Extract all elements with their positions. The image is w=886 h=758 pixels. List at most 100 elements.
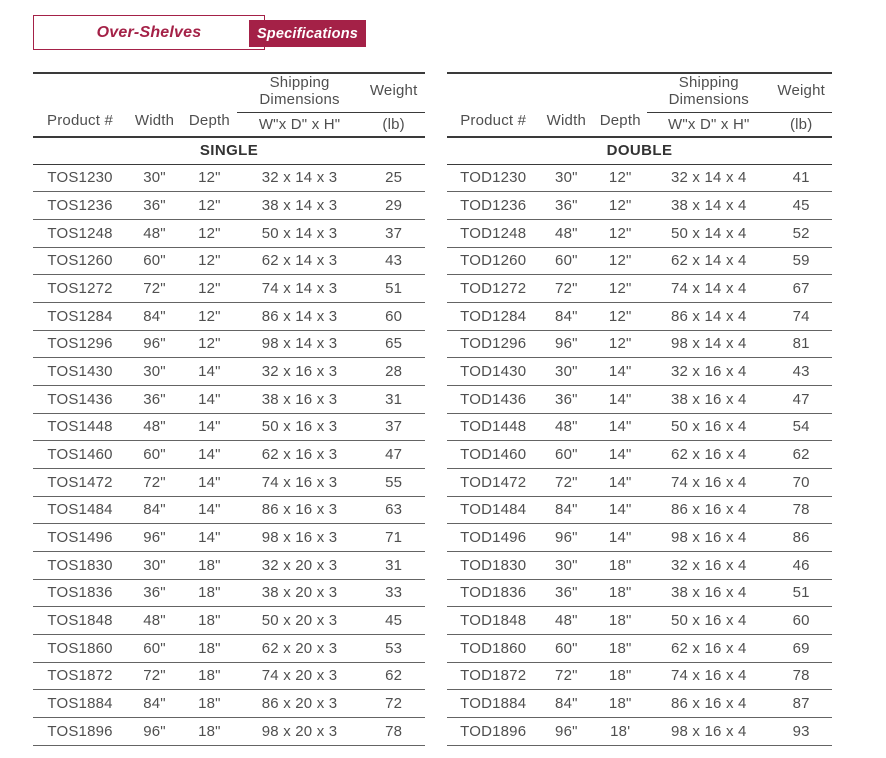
table-row: TOS128484"12"86 x 14 x 360 [33,303,425,331]
cell-weight: 47 [362,446,425,463]
cell-shipping-dimensions: 38 x 16 x 4 [647,584,770,601]
cell-shipping-dimensions: 32 x 16 x 4 [647,363,770,380]
cell-weight: 78 [770,667,832,684]
cell-product-number: TOD1248 [447,225,539,242]
specifications-tab: Specifications [249,20,366,47]
cell-weight: 33 [362,584,425,601]
column-header-depth: Depth [182,74,237,136]
cell-product-number: TOD1848 [447,612,539,629]
table-row: TOD123030"12"32 x 14 x 441 [447,165,832,193]
cell-depth: 18" [593,667,647,684]
column-header-product: Product # [447,74,539,136]
cell-depth: 18" [182,723,237,740]
column-subheader-shipping-units: W"x D" x H" [237,116,363,133]
cell-weight: 72 [362,695,425,712]
cell-shipping-dimensions: 86 x 16 x 3 [237,501,362,518]
cell-shipping-dimensions: 38 x 14 x 4 [647,197,770,214]
cell-width: 96" [539,335,593,352]
cell-shipping-dimensions: 86 x 14 x 3 [237,308,362,325]
cell-width: 96" [127,529,182,546]
cell-product-number: TOD1460 [447,446,539,463]
cell-width: 60" [127,640,182,657]
cell-product-number: TOD1484 [447,501,539,518]
cell-shipping-dimensions: 98 x 14 x 3 [237,335,362,352]
cell-weight: 93 [770,723,832,740]
cell-weight: 28 [362,363,425,380]
cell-shipping-dimensions: 74 x 14 x 4 [647,280,770,297]
cell-depth: 14" [593,474,647,491]
cell-product-number: TOS1248 [33,225,127,242]
table-row: TOS147272"14"74 x 16 x 355 [33,469,425,497]
table-row: TOD184848"18"50 x 16 x 460 [447,607,832,635]
cell-width: 60" [539,446,593,463]
cell-shipping-dimensions: 50 x 20 x 3 [237,612,362,629]
cell-depth: 18" [182,557,237,574]
cell-shipping-dimensions: 74 x 14 x 3 [237,280,362,297]
cell-shipping-dimensions: 32 x 14 x 4 [647,169,770,186]
cell-product-number: TOS1260 [33,252,127,269]
cell-shipping-dimensions: 32 x 14 x 3 [237,169,362,186]
cell-product-number: TOD1872 [447,667,539,684]
table-row: TOS123636"12"38 x 14 x 329 [33,192,425,220]
cell-shipping-dimensions: 74 x 16 x 4 [647,474,770,491]
cell-width: 36" [539,584,593,601]
cell-product-number: TOS1872 [33,667,127,684]
category-header-box: Over-Shelves [33,15,265,50]
cell-depth: 12" [593,197,647,214]
cell-product-number: TOS1830 [33,557,127,574]
cell-product-number: TOS1848 [33,612,127,629]
column-subheader-shipping-units: W"x D" x H" [647,116,770,133]
table-row: TOD124848"12"50 x 14 x 452 [447,220,832,248]
cell-shipping-dimensions: 86 x 16 x 4 [647,695,770,712]
cell-product-number: TOS1436 [33,391,127,408]
cell-shipping-dimensions: 32 x 16 x 3 [237,363,362,380]
cell-depth: 12" [593,335,647,352]
cell-depth: 18" [182,695,237,712]
cell-width: 48" [539,225,593,242]
cell-shipping-dimensions: 98 x 14 x 4 [647,335,770,352]
cell-weight: 59 [770,252,832,269]
cell-depth: 18" [593,612,647,629]
cell-shipping-dimensions: 74 x 16 x 3 [237,474,362,491]
cell-shipping-dimensions: 32 x 20 x 3 [237,557,362,574]
cell-weight: 81 [770,335,832,352]
cell-shipping-dimensions: 50 x 14 x 4 [647,225,770,242]
cell-weight: 87 [770,695,832,712]
cell-depth: 18" [182,640,237,657]
cell-weight: 51 [770,584,832,601]
cell-depth: 14" [593,363,647,380]
cell-depth: 18" [593,640,647,657]
column-header-width: Width [539,74,593,136]
table-row: TOS127272"12"74 x 14 x 351 [33,275,425,303]
cell-weight: 31 [362,391,425,408]
column-header-depth: Depth [593,74,647,136]
specifications-tab-label: Specifications [257,26,358,42]
cell-width: 48" [539,612,593,629]
table-row: TOD186060"18"62 x 16 x 469 [447,635,832,663]
cell-depth: 14" [182,501,237,518]
cell-shipping-dimensions: 38 x 16 x 4 [647,391,770,408]
cell-shipping-dimensions: 98 x 16 x 3 [237,529,362,546]
cell-depth: 12" [182,252,237,269]
cell-width: 48" [539,418,593,435]
cell-width: 84" [539,501,593,518]
cell-product-number: TOS1836 [33,584,127,601]
table-header: Product # Width Depth Shipping Dimension… [33,74,425,138]
cell-width: 36" [539,391,593,408]
cell-width: 30" [539,363,593,380]
cell-weight: 37 [362,225,425,242]
cell-shipping-dimensions: 74 x 16 x 4 [647,667,770,684]
cell-product-number: TOS1472 [33,474,127,491]
cell-depth: 14" [593,501,647,518]
table-row: TOD183030"18"32 x 16 x 446 [447,552,832,580]
cell-weight: 78 [362,723,425,740]
cell-shipping-dimensions: 38 x 20 x 3 [237,584,362,601]
cell-product-number: TOD1284 [447,308,539,325]
table-row: TOD128484"12"86 x 14 x 474 [447,303,832,331]
cell-shipping-dimensions: 38 x 14 x 3 [237,197,362,214]
cell-product-number: TOD1472 [447,474,539,491]
table-row: TOS183030"18"32 x 20 x 331 [33,552,425,580]
cell-width: 48" [127,418,182,435]
cell-product-number: TOD1496 [447,529,539,546]
cell-shipping-dimensions: 38 x 16 x 3 [237,391,362,408]
